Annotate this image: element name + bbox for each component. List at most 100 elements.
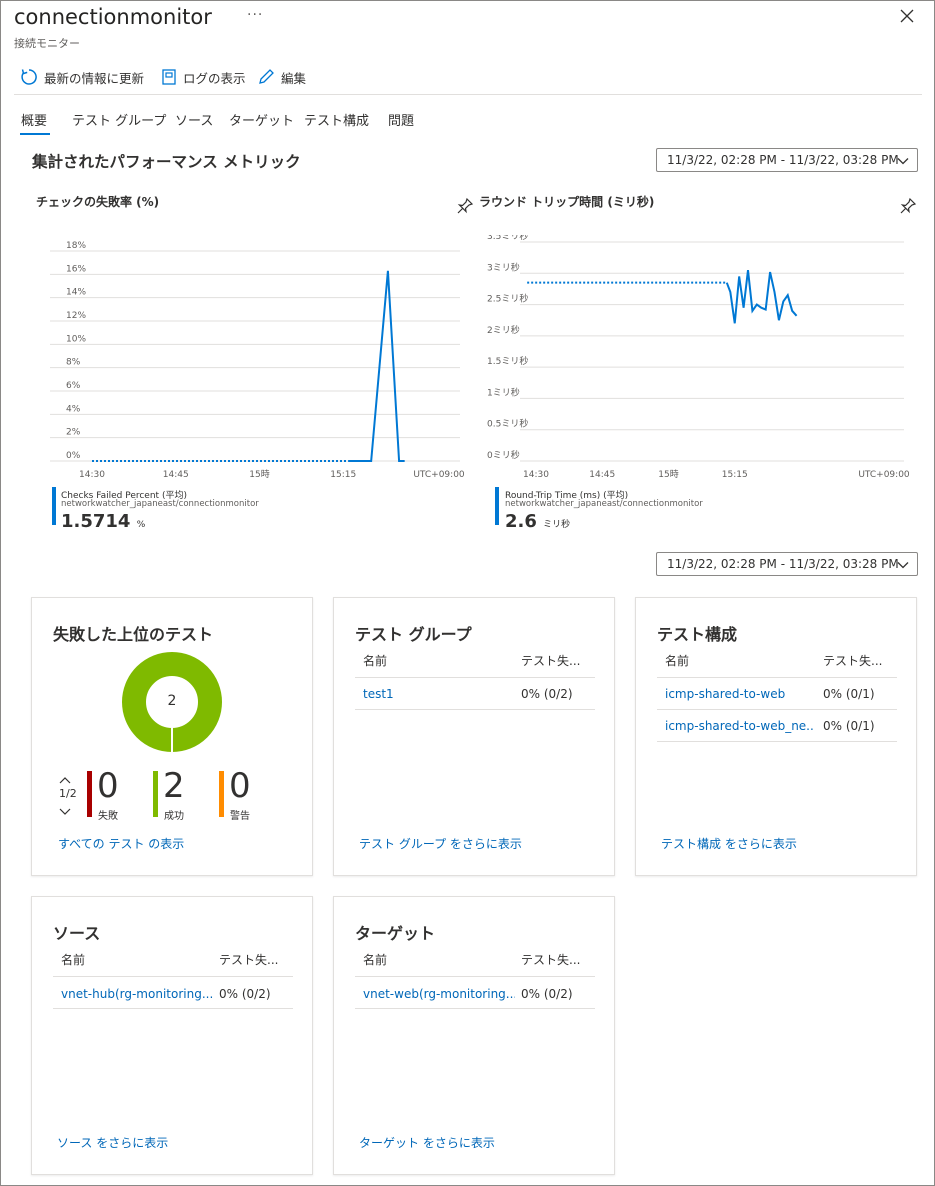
series-line	[348, 270, 405, 462]
chart2-legend-color	[495, 487, 499, 525]
col-header-name: 名前	[363, 654, 388, 668]
x-tick-label: 14:30	[523, 470, 549, 480]
chevron-down-icon[interactable]	[58, 802, 72, 821]
pencil-icon	[259, 69, 274, 84]
time-range-value: 11/3/22, 02:28 PM - 11/3/22, 03:28 PM	[667, 153, 899, 167]
fail-color-bar	[87, 771, 92, 817]
more-sources-link[interactable]: ソース をさらに表示	[57, 1134, 168, 1151]
warning-color-bar	[219, 771, 224, 817]
table-row-value: 0% (0/2)	[521, 987, 573, 1001]
log-icon	[162, 69, 176, 85]
table-row-value: 0% (0/2)	[521, 687, 573, 701]
time-range-dropdown-2[interactable]: 11/3/22, 02:28 PM - 11/3/22, 03:28 PM	[656, 552, 918, 576]
chart1-plot: 18% 16% 14% 12% 10% 8% 6% 4% 2% 0% 14:30 14:45 15時 15…	[50, 241, 465, 480]
tab-sources[interactable]: ソース	[175, 110, 213, 129]
table-row-value: 0% (0/1)	[823, 687, 875, 701]
card-title: ターゲット	[355, 924, 436, 943]
table-row-name[interactable]: vnet-hub(rg-monitoring...	[61, 987, 213, 1001]
pin-icon[interactable]	[456, 197, 474, 219]
card-title: テスト構成	[657, 625, 738, 644]
y-tick-label: 1ミリ秒	[487, 386, 520, 398]
tab-test-configs[interactable]: テスト構成	[304, 110, 369, 129]
col-header-name: 名前	[61, 953, 86, 967]
card-title: テスト グループ	[355, 625, 472, 644]
y-tick-label: 10%	[66, 334, 86, 344]
tab-test-groups[interactable]: テスト グループ	[72, 110, 166, 129]
close-icon[interactable]	[897, 6, 917, 26]
table-row-name[interactable]: test1	[363, 687, 394, 701]
col-header-test-fail[interactable]: テスト失...	[521, 951, 580, 968]
y-tick-label: 4%	[66, 404, 81, 414]
x-tick-label: 14:45	[163, 470, 189, 480]
toolbar-divider	[14, 94, 922, 95]
row-divider	[355, 1008, 595, 1009]
y-tick-label: 0%	[66, 451, 81, 461]
chart1-summary-value: 1.5714	[61, 511, 131, 532]
y-tick-label: 2ミリ秒	[487, 324, 520, 336]
table-row-name[interactable]: icmp-shared-to-web	[665, 687, 785, 701]
header-divider	[355, 677, 595, 678]
row-divider	[657, 709, 897, 710]
chart2-legend-resource: networkwatcher_japaneast/connectionmonit…	[505, 499, 703, 509]
success-label: 成功	[164, 811, 184, 822]
y-tick-label: 14%	[66, 288, 86, 298]
donut-center-value: 2	[167, 693, 177, 709]
col-header-name: 名前	[363, 953, 388, 967]
chart1-title: チェックの失敗率 (%)	[36, 195, 160, 209]
card-title: 失敗した上位のテスト	[53, 625, 214, 644]
targets-card: ターゲット 名前 テスト失... vnet-web(rg-monitoring.…	[333, 896, 615, 1175]
x-tick-label: 15:15	[722, 470, 748, 480]
y-tick-label: 12%	[66, 311, 86, 321]
time-range-dropdown[interactable]: 11/3/22, 02:28 PM - 11/3/22, 03:28 PM	[656, 148, 918, 172]
table-row-name[interactable]: icmp-shared-to-web_ne...	[665, 719, 815, 733]
warning-label: 警告	[230, 811, 250, 822]
x-tick-label: UTC+09:00	[858, 470, 910, 480]
col-header-test-fail[interactable]: テスト失...	[219, 951, 278, 968]
tab-issues[interactable]: 問題	[388, 110, 414, 129]
col-header-test-fail[interactable]: テスト失...	[823, 652, 882, 669]
pager-text: 1/2	[59, 787, 77, 800]
y-tick-label: 8%	[66, 358, 81, 368]
chart1-legend-resource: networkwatcher_japaneast/connectionmonit…	[61, 499, 259, 509]
chart1-summary-unit: %	[136, 520, 146, 530]
chart2-title: ラウンド トリップ時間 (ミリ秒)	[479, 195, 655, 209]
refresh-button[interactable]: 最新の情報に更新	[20, 66, 144, 88]
chart1-legend-color	[52, 487, 56, 525]
more-targets-link[interactable]: ターゲット をさらに表示	[359, 1134, 495, 1151]
fail-label: 失敗	[98, 811, 118, 822]
chart1-summary: 1.5714 %	[61, 511, 145, 532]
success-color-bar	[153, 771, 158, 817]
view-all-tests-link[interactable]: すべての テスト の表示	[58, 835, 184, 852]
y-tick-label: 16%	[66, 264, 86, 274]
y-tick-label: 2.5ミリ秒	[487, 293, 528, 305]
more-test-configs-link[interactable]: テスト構成 をさらに表示	[661, 835, 797, 852]
col-header-test-fail[interactable]: テスト失...	[521, 652, 580, 669]
chevron-down-icon	[897, 562, 909, 569]
tab-targets[interactable]: ターゲット	[229, 110, 294, 129]
metrics-heading: 集計されたパフォーマンス メトリック	[32, 153, 301, 171]
header-divider	[53, 976, 293, 977]
y-tick-label: 3ミリ秒	[487, 261, 520, 273]
chart2-summary: 2.6 ミリ秒	[505, 511, 570, 532]
y-tick-label: 18%	[66, 241, 86, 251]
warning-count: 0	[229, 766, 251, 806]
series-line	[725, 270, 798, 324]
test-configs-card: テスト構成 名前 テスト失... icmp-shared-to-web 0% (…	[635, 597, 917, 876]
pin-icon[interactable]	[899, 197, 917, 219]
top-failed-tests-card: 失敗した上位のテスト 2 1/2 0 失敗 2 成功 0 警告 すべての テスト…	[31, 597, 313, 876]
fail-count: 0	[97, 766, 119, 806]
y-tick-label: 0ミリ秒	[487, 449, 520, 461]
x-tick-label: 15:15	[330, 470, 356, 480]
more-test-groups-link[interactable]: テスト グループ をさらに表示	[359, 835, 522, 852]
row-divider	[53, 1008, 293, 1009]
y-tick-label: 1.5ミリ秒	[487, 355, 528, 367]
edit-button[interactable]: 編集	[257, 66, 306, 88]
table-row-value: 0% (0/1)	[823, 719, 875, 733]
ellipsis-icon[interactable]: ···	[247, 7, 263, 23]
col-header-name: 名前	[665, 654, 690, 668]
tab-overview[interactable]: 概要	[21, 110, 47, 129]
view-logs-button[interactable]: ログの表示	[161, 66, 246, 88]
page-subtitle: 接続モニター	[14, 37, 80, 50]
table-row-name[interactable]: vnet-web(rg-monitoring...	[363, 987, 515, 1001]
x-tick-label: 14:45	[589, 470, 615, 480]
